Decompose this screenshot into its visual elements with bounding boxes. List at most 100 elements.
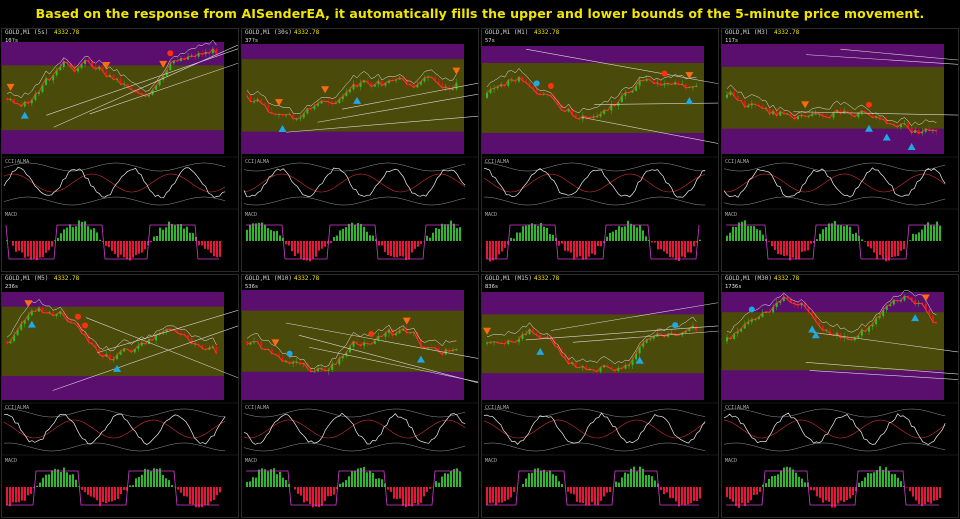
macd-bar [183,487,185,497]
macd-bar [759,230,761,241]
macd-bar [600,487,602,501]
macd-bar [384,241,386,252]
cci-line [723,167,946,198]
signal-dot-icon [547,83,554,90]
chart-grid: GOLD,M1 (5s) 4332.78 10?s CCI(ALMA MACD GOLD,… [1,28,959,518]
macd-bar [777,474,779,487]
macd-bar [324,487,326,501]
macd-bar [219,241,221,257]
cci-line [483,167,706,198]
macd-bar [843,487,845,503]
candle-body [486,93,488,98]
macd-bar [756,229,758,241]
macd-bar [894,474,896,487]
macd-bar [213,487,215,501]
macd-bar [597,241,599,247]
chart-panel-8[interactable]: GOLD,M1 (M30) 4332.78 1736s CCI(ALMA MACD [721,274,959,518]
macd-bar [216,241,218,258]
macd-bar [387,241,389,255]
macd-bar [660,241,662,250]
macd-bar [381,241,383,246]
macd-bar [642,230,644,241]
macd-bar [750,487,752,501]
macd-bar [258,469,260,487]
macd-bar [117,241,119,258]
macd-bar [414,241,416,249]
macd-bar [786,466,788,487]
timer-label: 1736s [725,284,742,290]
macd-bar [333,487,335,495]
macd-bar [171,223,173,241]
macd-bar [399,241,401,257]
macd-bar [501,487,503,503]
macd-bar [57,469,59,487]
macd-bar [105,487,107,504]
macd-bar [444,224,446,241]
chart-panel-3[interactable]: GOLD,M1 (M1) 4332.78 57s CCI(ALMA MACD [481,28,719,272]
macd-bar [930,487,932,504]
macd-bar [348,223,350,241]
macd-bar [594,487,596,505]
macd-bar [519,232,521,241]
macd-bar [18,241,20,251]
header-banner: Based on the response from AISenderEA, i… [35,5,925,21]
symbol-label: GOLD,M1 (M15) [485,275,532,282]
symbol-label: GOLD,M1 (M30) [725,275,772,282]
macd-bar [774,241,776,251]
macd-bar [12,241,14,246]
macd-bar [765,483,767,487]
macd-bar [558,481,560,487]
macd-bar [375,478,377,487]
macd-bar [798,241,800,260]
macd-bar [906,487,908,488]
cci-line [3,167,226,199]
chart-panel-1[interactable]: GOLD,M1 (5s) 4332.78 10?s CCI(ALMA MACD [1,28,239,272]
macd-bar [726,235,728,241]
macd-bar [84,487,86,493]
macd-bar [246,481,248,487]
cci-upper [483,162,706,172]
macd-bar [78,220,80,241]
macd-bar [393,241,395,258]
macd-bar [309,487,311,504]
price-label: 4332.78 [774,275,800,282]
macd-bar [429,237,431,241]
macd-bar [564,241,566,251]
macd-bar [846,225,848,241]
chart-panel-2[interactable]: GOLD,M1 (30s) 4332.78 37?s CCI(ALMA MACD [241,28,479,272]
cci-line [243,412,466,445]
macd-bar [855,232,857,241]
macd-bar [396,241,398,258]
macd-bar [69,474,71,487]
macd-bar [168,480,170,487]
signal-dot-icon [82,322,89,329]
macd-bar [207,241,209,250]
macd-bar [747,226,749,241]
macd-bar [645,475,647,487]
macd-bar [285,479,287,487]
macd-bar [615,481,617,487]
macd-bar [207,487,209,505]
timer-label: 57s [485,38,495,44]
macd-bar [405,487,407,508]
macd-bar [198,241,200,246]
symbol-label: GOLD,M1 (30s) [245,29,292,36]
macd-bar [828,487,830,502]
macd-bar [762,234,764,241]
macd-bar [399,487,401,499]
macd-bar [177,487,179,490]
chart-panel-4[interactable]: GOLD,M1 (M3) 4332.78 117s CCI(ALMA MACD [721,28,959,272]
cci-label: CCI(ALMA [245,405,270,411]
macd-bar [606,487,608,493]
chart-panel-7[interactable]: GOLD,M1 (M15) 4332.78 836s CCI(ALMA MACD [481,274,719,518]
macd-bar [930,225,932,241]
macd-bar [756,487,758,495]
macd-bar [852,487,854,496]
macd-bar [183,228,185,241]
macd-bar [909,240,911,241]
macd-bar [909,487,911,492]
chart-panel-5[interactable]: GOLD,M1 (M5) 4332.78 236s CCI(ALMA MACD [1,274,239,518]
macd-bar [885,241,887,262]
chart-panel-6[interactable]: GOLD,M1 (M10) 4332.78 536s CCI(ALMA MACD [241,274,479,518]
macd-bar [420,487,422,503]
